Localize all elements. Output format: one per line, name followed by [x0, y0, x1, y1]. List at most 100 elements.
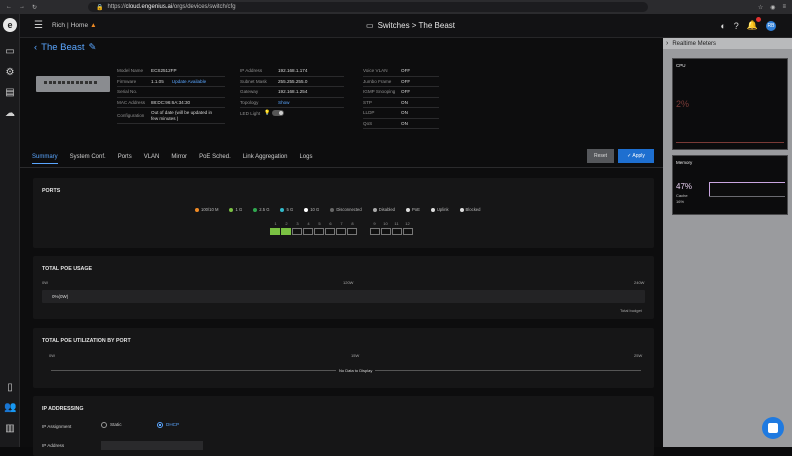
avatar[interactable]: RB	[766, 20, 776, 31]
legend-item: 2.5 G	[253, 207, 269, 212]
legend-item: Blocked	[459, 207, 480, 212]
legend-item: Disconnected	[330, 207, 362, 212]
menu-icon[interactable]: ≡	[782, 4, 786, 11]
legend-item: 10 G	[304, 207, 319, 212]
no-data-label: No Data to Display	[336, 368, 376, 373]
lock-icon: 🔒	[96, 4, 104, 11]
cpu-value: 2%	[676, 99, 690, 109]
profile-icon[interactable]: ◉	[770, 4, 775, 11]
dhcp-radio[interactable]: DHCP	[157, 422, 179, 428]
bell-icon[interactable]: 🔔	[747, 17, 761, 31]
port-8[interactable]	[347, 228, 357, 235]
app-header: ☰ Rich | Home ▲ ▭ Switches > The Beast ◐…	[20, 14, 792, 38]
ip-address-field[interactable]	[101, 441, 203, 450]
legend-item: Uplink	[430, 207, 449, 212]
url-host: cloud.engenius.ai	[125, 4, 173, 10]
port-6[interactable]	[325, 228, 335, 235]
ports-card: PORTS 100/10 M 1 G 2.5 G 5 G 10 G Disconnecte…	[33, 178, 654, 248]
legend-dot-icon	[304, 207, 309, 212]
tab-logs[interactable]: Logs	[299, 154, 312, 164]
browser-toolbar: ← → ↻ 🔒 https://cloud.engenius.ai/orgs/d…	[0, 0, 792, 14]
back-chevron-icon[interactable]: ‹	[34, 42, 37, 53]
hamburger-icon[interactable]: ☰	[34, 20, 44, 31]
device-info-col2: IP Address 192.168.1.174 Subnet Mask 255.2…	[240, 66, 344, 119]
port-11[interactable]	[392, 228, 402, 235]
bookmark-icon[interactable]: ☆	[758, 4, 763, 11]
chat-button[interactable]	[762, 417, 784, 439]
topology-show-link[interactable]: Show	[278, 100, 290, 105]
bulb-icon: 💡	[264, 110, 271, 117]
building-icon[interactable]: ▥	[4, 423, 16, 435]
reset-button[interactable]: Reset	[587, 149, 614, 163]
tab-vlan[interactable]: VLAN	[144, 154, 160, 164]
legend-item: 100/10 M	[195, 207, 218, 212]
document-icon[interactable]: ▯	[4, 382, 16, 394]
chat-icon	[768, 423, 778, 433]
edit-icon[interactable]: ✎	[88, 42, 96, 53]
memory-meter: Memory 47% Cache 16%	[672, 155, 788, 215]
device-title: ‹ The Beast ✎	[34, 42, 97, 53]
port-5[interactable]	[314, 228, 324, 235]
ip-addressing-title: IP ADDRESSING	[42, 406, 84, 412]
port-2[interactable]	[281, 228, 291, 235]
forward-icon[interactable]: →	[19, 4, 25, 11]
legend-dot-icon	[229, 207, 234, 212]
tab-summary[interactable]: Summary	[32, 154, 58, 164]
port-7[interactable]	[336, 228, 346, 235]
port-grid: 1 2 3 4 5 6 7 8 9 10 11 12	[270, 221, 414, 235]
switch-icon: ▭	[366, 21, 374, 30]
reload-icon[interactable]: ↻	[32, 4, 37, 11]
tab-link-aggregation[interactable]: Link Aggregation	[243, 154, 288, 164]
device-info-col1: Model Name ECS2512FP Firmware 1.1.05 Update…	[117, 66, 225, 124]
update-available-link[interactable]: Update Available	[172, 79, 206, 84]
realtime-panel: › Realtime Meters CPU 2% Memory 47% Cach…	[663, 38, 792, 447]
cpu-meter: CPU 2%	[672, 58, 788, 150]
theme-toggle-icon[interactable]: ◐	[720, 21, 725, 31]
help-icon[interactable]: ?	[734, 21, 739, 31]
port-9[interactable]	[370, 228, 380, 235]
port-4[interactable]	[303, 228, 313, 235]
tab-poe-sched[interactable]: PoE Sched.	[199, 154, 231, 164]
tab-bar: Summary System Conf. Ports VLAN Mirror P…	[32, 154, 312, 164]
ports-title: PORTS	[42, 188, 61, 194]
static-radio[interactable]: Static	[101, 422, 122, 428]
led-toggle[interactable]	[272, 110, 285, 117]
apply-button[interactable]: ✓ Apply	[618, 149, 654, 163]
port-12[interactable]	[403, 228, 413, 235]
left-sidebar: e ▭ ⚙ ▤ ☁ ▯ 👥 ▥	[0, 14, 20, 447]
users-icon[interactable]: 👥	[4, 402, 16, 414]
memory-value: 47%	[676, 182, 693, 191]
url-prefix: https://	[107, 4, 126, 10]
port-1[interactable]	[270, 228, 280, 235]
cloud-icon[interactable]: ☁	[4, 108, 16, 120]
realtime-header[interactable]: › Realtime Meters	[663, 38, 792, 49]
collapse-icon[interactable]: ›	[666, 40, 668, 47]
engenius-logo[interactable]: e	[3, 18, 17, 32]
poe-usage-title: TOTAL POE USAGE	[42, 266, 93, 272]
ports-legend: 100/10 M 1 G 2.5 G 5 G 10 G Disconnected Disab…	[195, 207, 480, 212]
page-title: ▭ Switches > The Beast	[366, 21, 456, 30]
legend-dot-icon	[330, 207, 335, 212]
back-icon[interactable]: ←	[6, 4, 12, 11]
poe-by-port-card: TOTAL POE UTILIZATION BY PORT 0W 15W 25W…	[33, 328, 654, 388]
tab-mirror[interactable]: Mirror	[171, 154, 187, 164]
breadcrumb-org[interactable]: Rich	[52, 22, 65, 29]
device-info-col3: Voice VLAN OFF Jumbo Frame OFF IGMP Snoopi…	[363, 66, 439, 129]
main-content: ‹ The Beast ✎ Model Name ECS2512FP Firmwa…	[20, 38, 663, 456]
warning-icon: ▲	[90, 22, 97, 29]
port-10[interactable]	[381, 228, 391, 235]
legend-item: 1 G	[229, 207, 242, 212]
port-3[interactable]	[292, 228, 302, 235]
legend-dot-icon	[405, 207, 410, 212]
legend-item: 5 G	[280, 207, 293, 212]
tab-ports[interactable]: Ports	[118, 154, 132, 164]
monitor-icon[interactable]: ▭	[4, 46, 16, 58]
tab-system-conf[interactable]: System Conf.	[70, 154, 106, 164]
legend-dot-icon	[195, 207, 199, 212]
breadcrumb-home[interactable]: Home	[71, 22, 88, 29]
address-bar[interactable]: 🔒 https://cloud.engenius.ai/orgs/devices…	[88, 2, 648, 12]
legend-dot-icon	[253, 207, 258, 212]
gear-icon[interactable]: ⚙	[4, 67, 16, 79]
list-icon[interactable]: ▤	[4, 87, 16, 99]
ip-addressing-card: IP ADDRESSING IP Assignment Static DHCP …	[33, 396, 654, 456]
